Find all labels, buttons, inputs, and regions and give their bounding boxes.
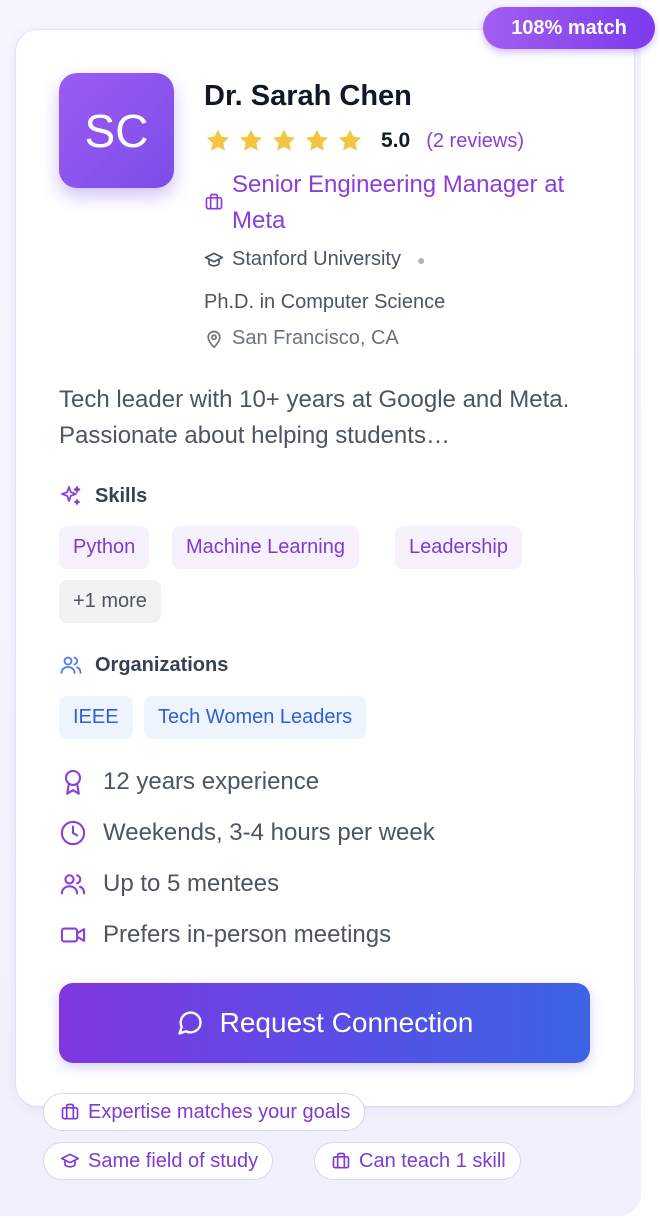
match-reason-pill: Same field of study [43,1142,274,1180]
skills-heading: Skills [59,484,147,508]
match-reason-text: Same field of study [88,1149,259,1172]
university: Stanford University [232,248,401,270]
message-circle-icon [177,1011,202,1035]
request-connection-label: Request Connection [219,1007,474,1038]
match-badge: 108% match [483,7,655,49]
organizations-heading: Organizations [59,653,228,677]
experience-text: 12 years experience [103,768,320,795]
request-connection-button[interactable]: Request Connection [59,983,590,1063]
skills-more-chip[interactable]: +1 more [59,580,161,623]
experience-row: 12 years experience [59,768,319,796]
skill-chip: Machine Learning [172,526,359,569]
capacity-text: Up to 5 mentees [103,870,280,897]
match-reason-pill: Expertise matches your goals [43,1093,366,1131]
location: San Francisco, CA [232,327,399,349]
star-icon [338,129,362,151]
match-card-container: 108% match SC Dr. Sarah Chen 5.0 (2 revi… [0,0,655,1216]
role-row: Senior Engineering Manager at Meta [204,167,594,239]
users-icon [60,656,82,674]
organization-chip: Tech Women Leaders [144,696,367,739]
rating-row: 5.0 (2 reviews) [204,125,524,157]
graduation-cap-icon [60,1153,80,1168]
clock-icon [60,820,86,846]
users-icon [60,874,86,895]
sparkles-icon [61,486,81,505]
university-row: Stanford University ● [204,248,425,271]
separator-dot: ● [416,251,426,268]
rating-value: 5.0 [381,129,411,152]
availability-row: Weekends, 3-4 hours per week [59,819,435,847]
organizations-title: Organizations [95,653,229,676]
skill-chip: Python [59,526,150,569]
match-reason-pill: Can teach 1 skill [314,1142,521,1180]
match-reason-text: Expertise matches your goals [88,1100,351,1123]
match-reason-text: Can teach 1 skill [359,1149,506,1172]
skills-title: Skills [95,484,148,507]
skill-chip: Leadership [395,526,522,569]
organization-chip: IEEE [59,696,133,739]
mentor-bio: Tech leader with 10+ years at Google and… [59,386,570,449]
star-icon [206,129,230,151]
location-pin-icon [207,330,221,348]
degree-row: Ph.D. in Computer Science [204,291,445,314]
degree: Ph.D. in Computer Science [204,291,446,313]
star-icon [305,129,329,151]
award-icon [64,769,82,795]
star-icon [272,129,296,151]
avatar: SC [59,73,174,188]
briefcase-icon [61,1103,79,1120]
meeting-text: Prefers in-person meetings [103,921,392,948]
reviews-link[interactable]: (2 reviews) [426,130,524,153]
video-camera-icon [60,927,86,943]
capacity-row: Up to 5 mentees [59,870,279,898]
briefcase-icon [332,1152,350,1169]
availability-text: Weekends, 3-4 hours per week [103,819,435,846]
mentor-role: Senior Engineering Manager at Meta [232,171,565,234]
mentor-name: Dr. Sarah Chen [204,80,412,112]
location-row: San Francisco, CA [204,327,399,350]
meeting-row: Prefers in-person meetings [59,921,391,949]
star-icon [239,129,263,151]
graduation-cap-icon [204,252,224,267]
briefcase-icon [205,193,223,210]
